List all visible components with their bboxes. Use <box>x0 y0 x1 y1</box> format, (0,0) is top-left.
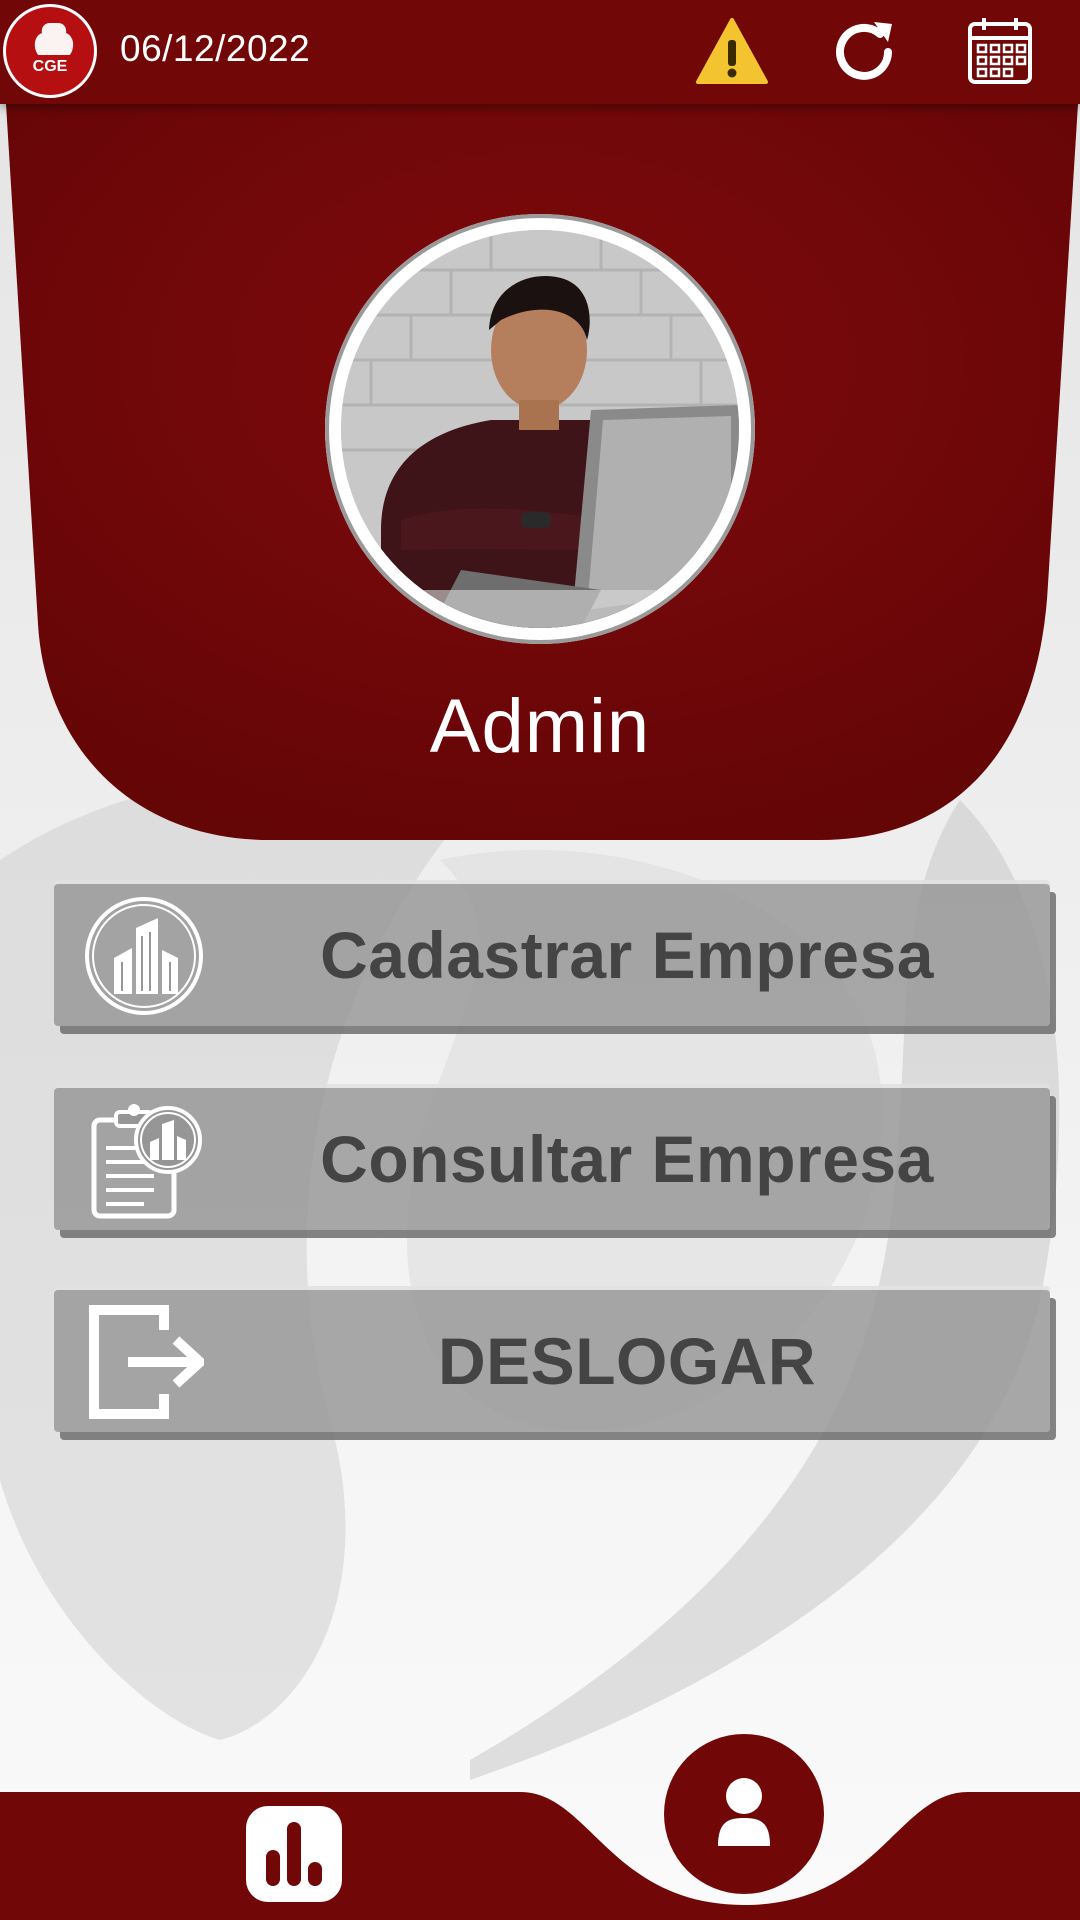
clipboard-buildings-icon <box>84 1100 204 1220</box>
bottom-nav-bar <box>0 1792 1080 1920</box>
cadastrar-empresa-label: Cadastrar Empresa <box>320 918 934 992</box>
profile-avatar[interactable] <box>325 214 755 644</box>
user-icon <box>718 1778 770 1846</box>
warning-icon[interactable] <box>694 14 770 90</box>
logout-icon <box>84 1302 208 1422</box>
date-label: 06/12/2022 <box>120 28 311 69</box>
buildings-icon <box>84 896 204 1016</box>
profile-name: Admin <box>429 684 651 769</box>
deslogar-button[interactable]: DESLOGAR <box>54 1290 1050 1432</box>
app-logo: CGE <box>3 4 97 98</box>
consultar-empresa-label: Consultar Empresa <box>320 1122 934 1196</box>
svg-text:CGE: CGE <box>33 58 68 75</box>
deslogar-label: DESLOGAR <box>437 1324 817 1398</box>
refresh-icon[interactable] <box>826 14 902 90</box>
consultar-empresa-button[interactable]: Consultar Empresa <box>54 1088 1050 1230</box>
stats-icon[interactable] <box>246 1806 342 1902</box>
profile-nav-button[interactable] <box>664 1734 824 1894</box>
top-bar: CGE 06/12/2022 <box>0 0 1080 104</box>
cadastrar-empresa-button[interactable]: Cadastrar Empresa <box>54 884 1050 1026</box>
calendar-icon[interactable] <box>964 14 1040 90</box>
